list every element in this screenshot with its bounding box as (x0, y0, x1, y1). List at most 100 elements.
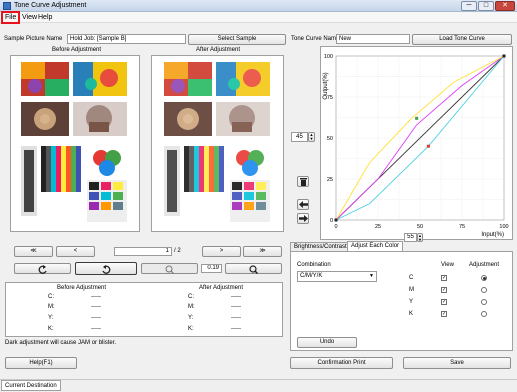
adjust-c-radio[interactable] (481, 275, 487, 281)
after-preview-image (164, 62, 270, 222)
control-point-end (502, 54, 506, 58)
tone-curve-name-label: Tone Curve Name (291, 36, 340, 42)
adjust-m-radio[interactable] (481, 287, 487, 293)
prev-page-button[interactable]: < (56, 246, 95, 257)
tone-curve-graph-area[interactable]: 100 75 50 25 0 0 25 50 75 100 Output(%) Input(%) (320, 46, 513, 240)
after-adjustment-label: After Adjustment (196, 47, 241, 53)
delete-point-button[interactable] (297, 176, 309, 187)
info-before-k-label: K: (48, 326, 54, 332)
combination-select[interactable]: C/M/Y/K ▼ (297, 271, 377, 282)
adjust-each-color-panel: Combination C/M/Y/K ▼ View Adjustment C … (290, 251, 513, 351)
rotate-right-button[interactable] (75, 262, 137, 275)
info-after-k-value: ----- (231, 326, 241, 332)
info-before-m-label: M: (48, 304, 55, 310)
info-before-k-value: ----- (91, 326, 101, 332)
chevron-down-icon: ▼ (369, 273, 374, 279)
view-k-checkbox[interactable]: ✓ (441, 311, 447, 317)
zoom-out-button[interactable] (141, 263, 198, 274)
menu-file[interactable]: File (0, 11, 21, 24)
y-tick-label: 50 (327, 136, 333, 142)
info-before-header: Before Adjustment (57, 285, 107, 291)
info-after-header: After Adjustment (199, 285, 244, 291)
minimize-button[interactable]: ─ (461, 1, 477, 11)
info-before-y-label: Y: (48, 315, 54, 321)
status-bar (0, 379, 517, 392)
x-axis-label: Input(%) (481, 232, 504, 238)
close-button[interactable]: ✕ (495, 1, 515, 11)
sample-picture-field[interactable]: Hold Job: [Sample B] (67, 34, 186, 44)
tone-curve-name-field[interactable]: New (336, 34, 410, 44)
y-tick-label: 25 (327, 177, 333, 183)
info-after-k-label: K: (188, 326, 194, 332)
undo-button[interactable]: Undo (297, 337, 357, 348)
window-title: Tone Curve Adjustment (14, 2, 87, 9)
confirmation-print-button[interactable]: Confirmation Print (290, 357, 393, 369)
view-c-checkbox[interactable]: ✓ (441, 275, 447, 281)
select-sample-button[interactable]: Select Sample (188, 34, 286, 45)
adjust-k-radio[interactable] (481, 311, 487, 317)
input-spin-field[interactable]: 55 (404, 233, 417, 242)
info-before-y-value: ----- (91, 315, 101, 321)
color-k-label: K (409, 311, 414, 317)
adjust-y-radio[interactable] (481, 299, 487, 305)
x-tick-label: 50 (417, 224, 423, 230)
before-preview-image (21, 62, 127, 222)
save-button[interactable]: Save (403, 357, 511, 369)
control-point-green (415, 116, 419, 120)
title-bar: Tone Curve Adjustment ─ □ ✕ (0, 0, 517, 12)
view-m-checkbox[interactable]: ✓ (441, 287, 447, 293)
combination-label: Combination (297, 262, 331, 268)
next-page-button[interactable]: > (202, 246, 241, 257)
page-number-field[interactable]: 1 (114, 247, 172, 256)
rotate-left-icon (38, 265, 47, 274)
adjustment-column-header: Adjustment (469, 262, 500, 268)
output-spin-field[interactable]: 45 (291, 132, 308, 142)
x-tick-label: 0 (334, 224, 337, 230)
zoom-value-field[interactable]: 0.19 (201, 264, 222, 273)
current-destination-tab[interactable]: Current Destination (1, 380, 61, 391)
y-axis-label: Output(%) (323, 72, 329, 99)
first-page-button[interactable]: ≪ (14, 246, 53, 257)
output-spin-buttons[interactable]: ▲ ▼ (308, 132, 315, 142)
x-tick-label: 25 (375, 224, 381, 230)
page-total-label: / 2 (174, 248, 181, 254)
view-column-header: View (441, 262, 454, 268)
color-m-label: M (409, 287, 414, 293)
input-spin-buttons[interactable]: ▲ ▼ (417, 233, 423, 242)
rotate-right-icon (102, 265, 111, 274)
move-right-button[interactable] (297, 213, 309, 224)
info-before-c-label: C: (48, 294, 54, 300)
info-before-m-value: ----- (91, 304, 101, 310)
rotate-left-button[interactable] (14, 263, 71, 274)
menu-bar: File View Help (0, 11, 517, 24)
control-point-red (426, 144, 430, 148)
x-tick-label: 75 (459, 224, 465, 230)
maximize-button[interactable]: □ (478, 1, 494, 11)
density-info-panel: Before Adjustment After Adjustment C: --… (5, 282, 283, 337)
tone-curve-graph[interactable]: 10075502500 25 50 75 100Output(%)Input(%) (321, 47, 512, 239)
load-tone-curve-button[interactable]: Load Tone Curve (412, 34, 512, 45)
after-preview-panel (151, 55, 284, 232)
dark-adjustment-warning: Dark adjustment will cause JAM or bliste… (5, 340, 117, 346)
zoom-in-icon (249, 265, 259, 275)
y-tick-label: 100 (324, 54, 333, 60)
before-preview-panel (10, 55, 140, 232)
arrow-left-icon (298, 201, 308, 208)
info-before-c-value: ----- (91, 294, 101, 300)
help-button[interactable]: Help(F1) (5, 357, 77, 369)
zoom-in-button[interactable] (225, 263, 282, 275)
combination-value: C/M/Y/K (300, 273, 323, 279)
move-left-button[interactable] (297, 199, 309, 210)
color-y-label: Y (409, 299, 414, 305)
view-y-checkbox[interactable]: ✓ (441, 299, 447, 305)
info-after-y-label: Y: (188, 315, 194, 321)
sample-picture-label: Sample Picture Name (4, 36, 63, 42)
app-icon (3, 2, 11, 10)
info-after-m-label: M: (188, 304, 195, 310)
info-after-m-value: ----- (231, 304, 241, 310)
menu-help[interactable]: Help (36, 13, 54, 22)
last-page-button[interactable]: ≫ (243, 246, 282, 257)
x-tick-label: 100 (499, 224, 508, 230)
control-point-origin (334, 218, 338, 222)
info-after-c-label: C: (188, 294, 194, 300)
